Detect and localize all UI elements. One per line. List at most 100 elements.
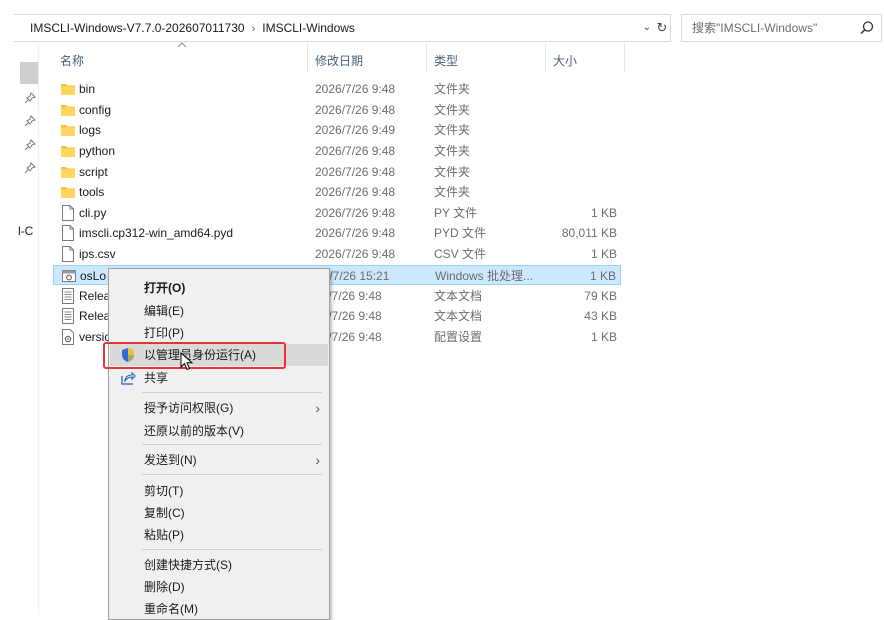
file-type: 配置设置 <box>434 330 483 344</box>
menu-item-grant-access[interactable]: 授予访问权限(G) › <box>110 397 328 419</box>
column-header-name[interactable]: 名称 <box>60 50 84 72</box>
file-size: 43 KB <box>584 309 617 323</box>
share-icon <box>121 371 136 385</box>
text-file-icon <box>62 308 74 324</box>
file-icon <box>62 205 74 221</box>
file-row[interactable]: ips.csv 2026/7/26 9:48 CSV 文件 1 KB <box>53 244 621 264</box>
file-row[interactable]: tools 2026/7/26 9:48 文件夹 <box>53 182 621 202</box>
breadcrumb-separator-icon: › <box>251 23 256 35</box>
menu-item-open[interactable]: 打开(O) <box>110 277 328 299</box>
menu-item-restore-previous-versions[interactable]: 还原以前的版本(V) <box>110 420 328 442</box>
column-divider[interactable] <box>545 44 546 72</box>
menu-item-label: 打印(P) <box>144 326 184 340</box>
column-divider[interactable] <box>426 44 427 72</box>
menu-item-label: 还原以前的版本(V) <box>144 424 244 438</box>
file-row[interactable]: cli.py 2026/7/26 9:48 PY 文件 1 KB <box>53 203 621 223</box>
pin-icon[interactable] <box>24 162 36 174</box>
menu-item-copy[interactable]: 复制(C) <box>110 502 328 524</box>
file-size: 1 KB <box>590 330 617 344</box>
file-row[interactable]: logs 2026/7/26 9:49 文件夹 <box>53 120 621 140</box>
file-type: 文件夹 <box>434 82 471 96</box>
file-modified-date: 2026/7/26 9:48 <box>315 103 396 117</box>
file-name: bin <box>79 82 96 96</box>
file-row[interactable]: config 2026/7/26 9:48 文件夹 <box>53 100 621 120</box>
file-type: 文件夹 <box>434 103 471 117</box>
menu-item-delete[interactable]: 删除(D) <box>110 576 328 598</box>
menu-item-label: 重命名(M) <box>144 602 198 616</box>
menu-item-label: 共享 <box>144 371 169 385</box>
file-type: 文件夹 <box>434 144 471 158</box>
menu-item-print[interactable]: 打印(P) <box>110 322 328 344</box>
column-divider[interactable] <box>307 44 308 72</box>
file-name: logs <box>79 123 102 137</box>
menu-item-label: 授予访问权限(G) <box>144 401 234 415</box>
column-divider[interactable] <box>624 44 625 72</box>
file-size: 1 KB <box>590 206 617 220</box>
nav-pane-selected-item[interactable] <box>20 62 38 84</box>
menu-item-label: 创建快捷方式(S) <box>144 558 232 572</box>
file-name: Relea <box>79 289 111 303</box>
pin-icon[interactable] <box>24 115 36 127</box>
column-header-size[interactable]: 大小 <box>553 50 577 72</box>
menu-item-cut[interactable]: 剪切(T) <box>110 480 328 502</box>
file-name: Relea <box>79 309 111 323</box>
pin-icon[interactable] <box>24 92 36 104</box>
file-icon <box>62 246 74 262</box>
file-size: 80,011 KB <box>561 226 617 240</box>
column-header-type[interactable]: 类型 <box>434 50 458 72</box>
file-modified-date: 2026/7/26 9:48 <box>315 144 396 158</box>
highlight-annotation-box <box>103 342 286 369</box>
config-file-icon <box>62 329 74 345</box>
menu-item-label: 复制(C) <box>144 506 185 520</box>
file-type: 文本文档 <box>434 289 483 303</box>
refresh-icon[interactable]: ↻ <box>654 18 670 38</box>
breadcrumb-item-parent[interactable]: IMSCLI-Windows-V7.7.0-202607011730 <box>30 21 245 35</box>
menu-separator <box>142 444 322 445</box>
pin-icon[interactable] <box>24 139 36 151</box>
chevron-down-icon[interactable]: ⌄ <box>640 18 654 38</box>
menu-item-edit[interactable]: 编辑(E) <box>110 300 328 322</box>
file-modified-date: 2026/7/26 9:48 <box>315 185 396 199</box>
column-header-date[interactable]: 修改日期 <box>315 50 363 72</box>
search-icon[interactable] <box>858 19 876 37</box>
breadcrumb-item-current[interactable]: IMSCLI-Windows <box>262 21 355 35</box>
file-row[interactable]: bin 2026/7/26 9:48 文件夹 <box>53 79 621 99</box>
file-type: PYD 文件 <box>434 226 487 240</box>
folder-icon <box>61 105 75 116</box>
menu-item-label: 粘贴(P) <box>144 528 184 542</box>
file-modified-date: 2026/7/26 9:48 <box>315 165 396 179</box>
mouse-cursor-icon <box>180 352 194 371</box>
menu-item-paste[interactable]: 粘贴(P) <box>110 524 328 546</box>
nav-pane-item-partial[interactable]: l-C <box>18 224 33 238</box>
file-type: CSV 文件 <box>434 247 487 261</box>
file-size: 1 KB <box>590 247 617 261</box>
file-row[interactable]: imscli.cp312-win_amd64.pyd 2026/7/26 9:48… <box>53 223 621 243</box>
file-name: tools <box>79 185 105 199</box>
folder-icon <box>61 187 75 198</box>
file-modified-date: 2026/7/26 9:48 <box>315 247 396 261</box>
file-name: osLo <box>80 269 107 283</box>
file-name: cli.py <box>79 206 107 220</box>
menu-item-rename[interactable]: 重命名(M) <box>110 598 328 620</box>
file-row[interactable]: python 2026/7/26 9:48 文件夹 <box>53 141 621 161</box>
file-size: 79 KB <box>584 289 617 303</box>
menu-separator <box>142 392 322 393</box>
menu-item-label: 删除(D) <box>144 580 185 594</box>
folder-icon <box>61 167 75 178</box>
folder-icon <box>61 84 75 95</box>
submenu-arrow-icon: › <box>315 400 320 416</box>
file-modified-date: 2026/7/26 9:48 <box>315 82 396 96</box>
menu-item-create-shortcut[interactable]: 创建快捷方式(S) <box>110 554 328 576</box>
file-name: python <box>79 144 116 158</box>
submenu-arrow-icon: › <box>315 452 320 468</box>
menu-item-share[interactable]: 共享 <box>110 367 328 389</box>
file-icon <box>62 225 74 241</box>
menu-item-send-to[interactable]: 发送到(N) › <box>110 449 328 471</box>
folder-icon <box>61 125 75 136</box>
folder-icon <box>61 146 75 157</box>
menu-item-label: 发送到(N) <box>144 453 197 467</box>
menu-separator <box>142 549 322 550</box>
file-row[interactable]: script 2026/7/26 9:48 文件夹 <box>53 162 621 182</box>
context-menu: 打开(O) 编辑(E) 打印(P) 以管理员身份运行(A) 共享 授予访问权限(G) › 还原… <box>108 268 330 620</box>
file-name: script <box>79 165 108 179</box>
